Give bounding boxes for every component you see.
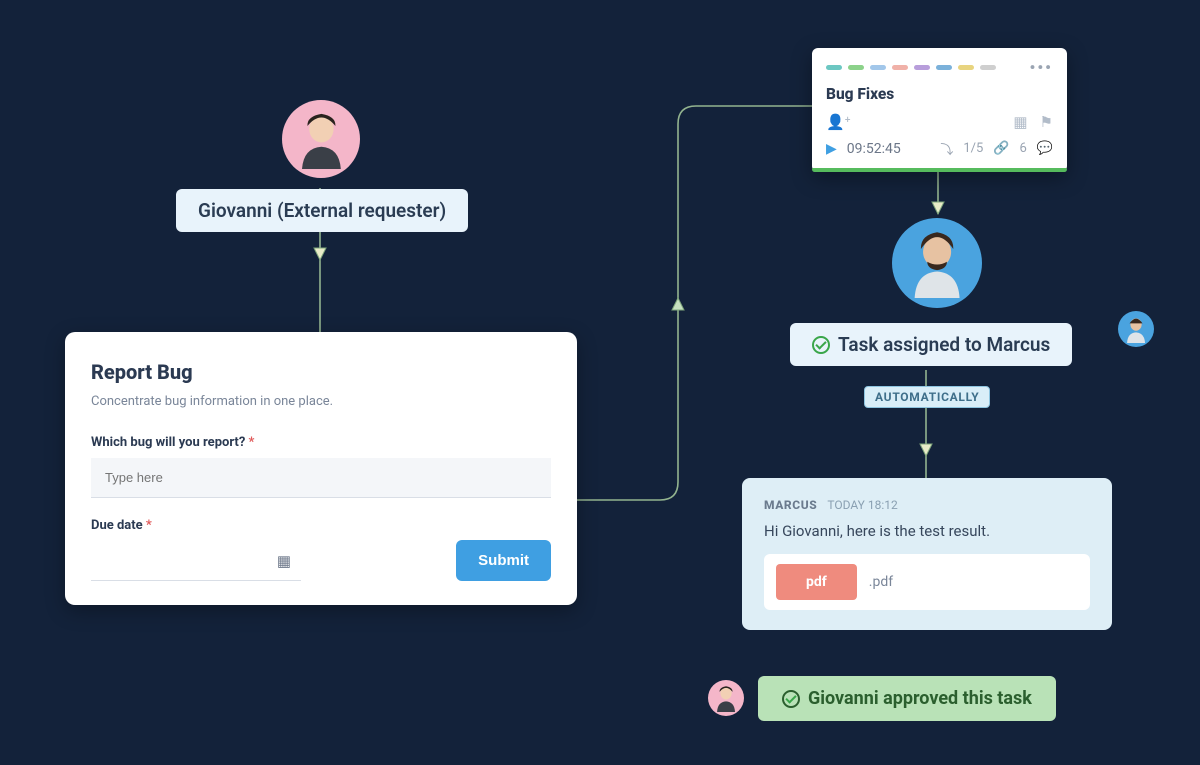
avatar-giovanni [282, 100, 360, 178]
message-sender: MARCUS [764, 498, 817, 512]
bug-fixes-task-card[interactable]: ••• Bug Fixes 👤⁺ ▦ ⚑ ▶ 09:52:45 ⤵ 1/5 🔗 … [812, 48, 1067, 172]
message-body: Hi Giovanni, here is the test result. [764, 522, 1090, 540]
person-icon [1122, 315, 1150, 343]
bug-field-label: Which bug will you report? [91, 435, 551, 450]
person-icon [712, 684, 740, 712]
tag-stripe [870, 65, 886, 70]
task-progress-bar [812, 168, 1067, 172]
attachment-count: 6 [1020, 141, 1027, 156]
subtask-count: 1/5 [963, 141, 983, 156]
attachment-chip[interactable]: pdf .pdf [764, 554, 1090, 610]
due-date-label: Due date [91, 518, 301, 533]
task-assigned-text: Task assigned to Marcus [838, 333, 1050, 356]
task-stats: ⤵ 1/5 🔗 6 💬 [940, 139, 1053, 158]
attachment-extension: .pdf [869, 574, 893, 590]
due-date-input[interactable]: ▦ [91, 541, 301, 581]
task-assigned-label: Task assigned to Marcus [790, 323, 1072, 366]
tag-stripe [936, 65, 952, 70]
tag-stripe [892, 65, 908, 70]
form-title: Report Bug [91, 360, 551, 384]
play-icon[interactable]: ▶ [826, 141, 837, 157]
report-bug-form: Report Bug Concentrate bug information i… [65, 332, 577, 605]
flag-icon[interactable]: ⚑ [1040, 113, 1053, 131]
more-icon[interactable]: ••• [1029, 58, 1053, 77]
attachment-badge: pdf [776, 564, 857, 600]
requester-label: Giovanni (External requester) [176, 189, 468, 232]
tag-stripe [980, 65, 996, 70]
requester-label-text: Giovanni (External requester) [198, 199, 446, 222]
automatically-text: AUTOMATICALLY [875, 390, 979, 404]
due-date-icon[interactable]: ▦ [1013, 113, 1027, 131]
avatar-giovanni-small [708, 680, 744, 716]
tag-stripe [914, 65, 930, 70]
bug-input[interactable] [91, 458, 551, 498]
person-icon [902, 228, 972, 298]
subtask-icon: ⤵ [940, 139, 953, 158]
message-timestamp: TODAY 18:12 [827, 498, 897, 512]
person-icon [291, 109, 352, 170]
task-title: Bug Fixes [826, 85, 1053, 103]
approved-text: Giovanni approved this task [808, 688, 1032, 709]
attachment-icon: 🔗 [993, 141, 1009, 156]
timer-value: 09:52:45 [847, 141, 901, 157]
add-assignee-icon[interactable]: 👤⁺ [826, 113, 851, 131]
task-tags-row: ••• [826, 58, 1053, 77]
automatically-badge: AUTOMATICALLY [864, 386, 990, 408]
tag-stripe [848, 65, 864, 70]
check-circle-icon [812, 336, 830, 354]
avatar-marcus [892, 218, 982, 308]
reply-message-card: MARCUS TODAY 18:12 Hi Giovanni, here is … [742, 478, 1112, 630]
avatar-side [1118, 311, 1154, 347]
check-circle-icon [782, 690, 800, 708]
tag-stripe [826, 65, 842, 70]
submit-button[interactable]: Submit [456, 540, 551, 581]
approved-label: Giovanni approved this task [758, 676, 1056, 721]
calendar-icon: ▦ [277, 552, 291, 570]
comment-icon: 💬 [1037, 141, 1053, 156]
timer-row: ▶ 09:52:45 [826, 141, 901, 157]
tag-stripe [958, 65, 974, 70]
form-description: Concentrate bug information in one place… [91, 394, 551, 409]
